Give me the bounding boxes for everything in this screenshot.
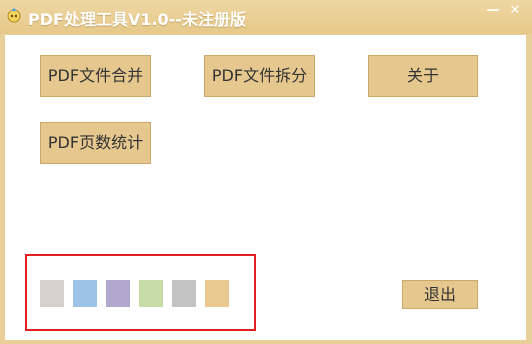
close-button[interactable]: ✕	[506, 3, 524, 19]
theme-swatch-purple[interactable]	[106, 280, 130, 307]
about-button[interactable]: 关于	[368, 55, 478, 97]
app-icon	[7, 8, 21, 23]
window-title: PDF处理工具V1.0--未注册版	[28, 10, 246, 29]
theme-swatch-blue[interactable]	[73, 280, 97, 307]
merge-pdf-button[interactable]: PDF文件合并	[40, 55, 151, 97]
theme-swatch-tan[interactable]	[205, 280, 229, 307]
client-area: PDF文件合并 PDF文件拆分 关于 PDF页数统计 退出	[5, 35, 526, 340]
page-count-button[interactable]: PDF页数统计	[40, 122, 151, 164]
exit-button[interactable]: 退出	[402, 280, 478, 309]
minimize-button[interactable]: —	[484, 3, 502, 19]
title-bar: PDF处理工具V1.0--未注册版 — ✕	[0, 0, 532, 34]
theme-swatch-gray[interactable]	[40, 280, 64, 307]
theme-swatch-green[interactable]	[139, 280, 163, 307]
split-pdf-button[interactable]: PDF文件拆分	[204, 55, 315, 97]
theme-swatch-silver[interactable]	[172, 280, 196, 307]
